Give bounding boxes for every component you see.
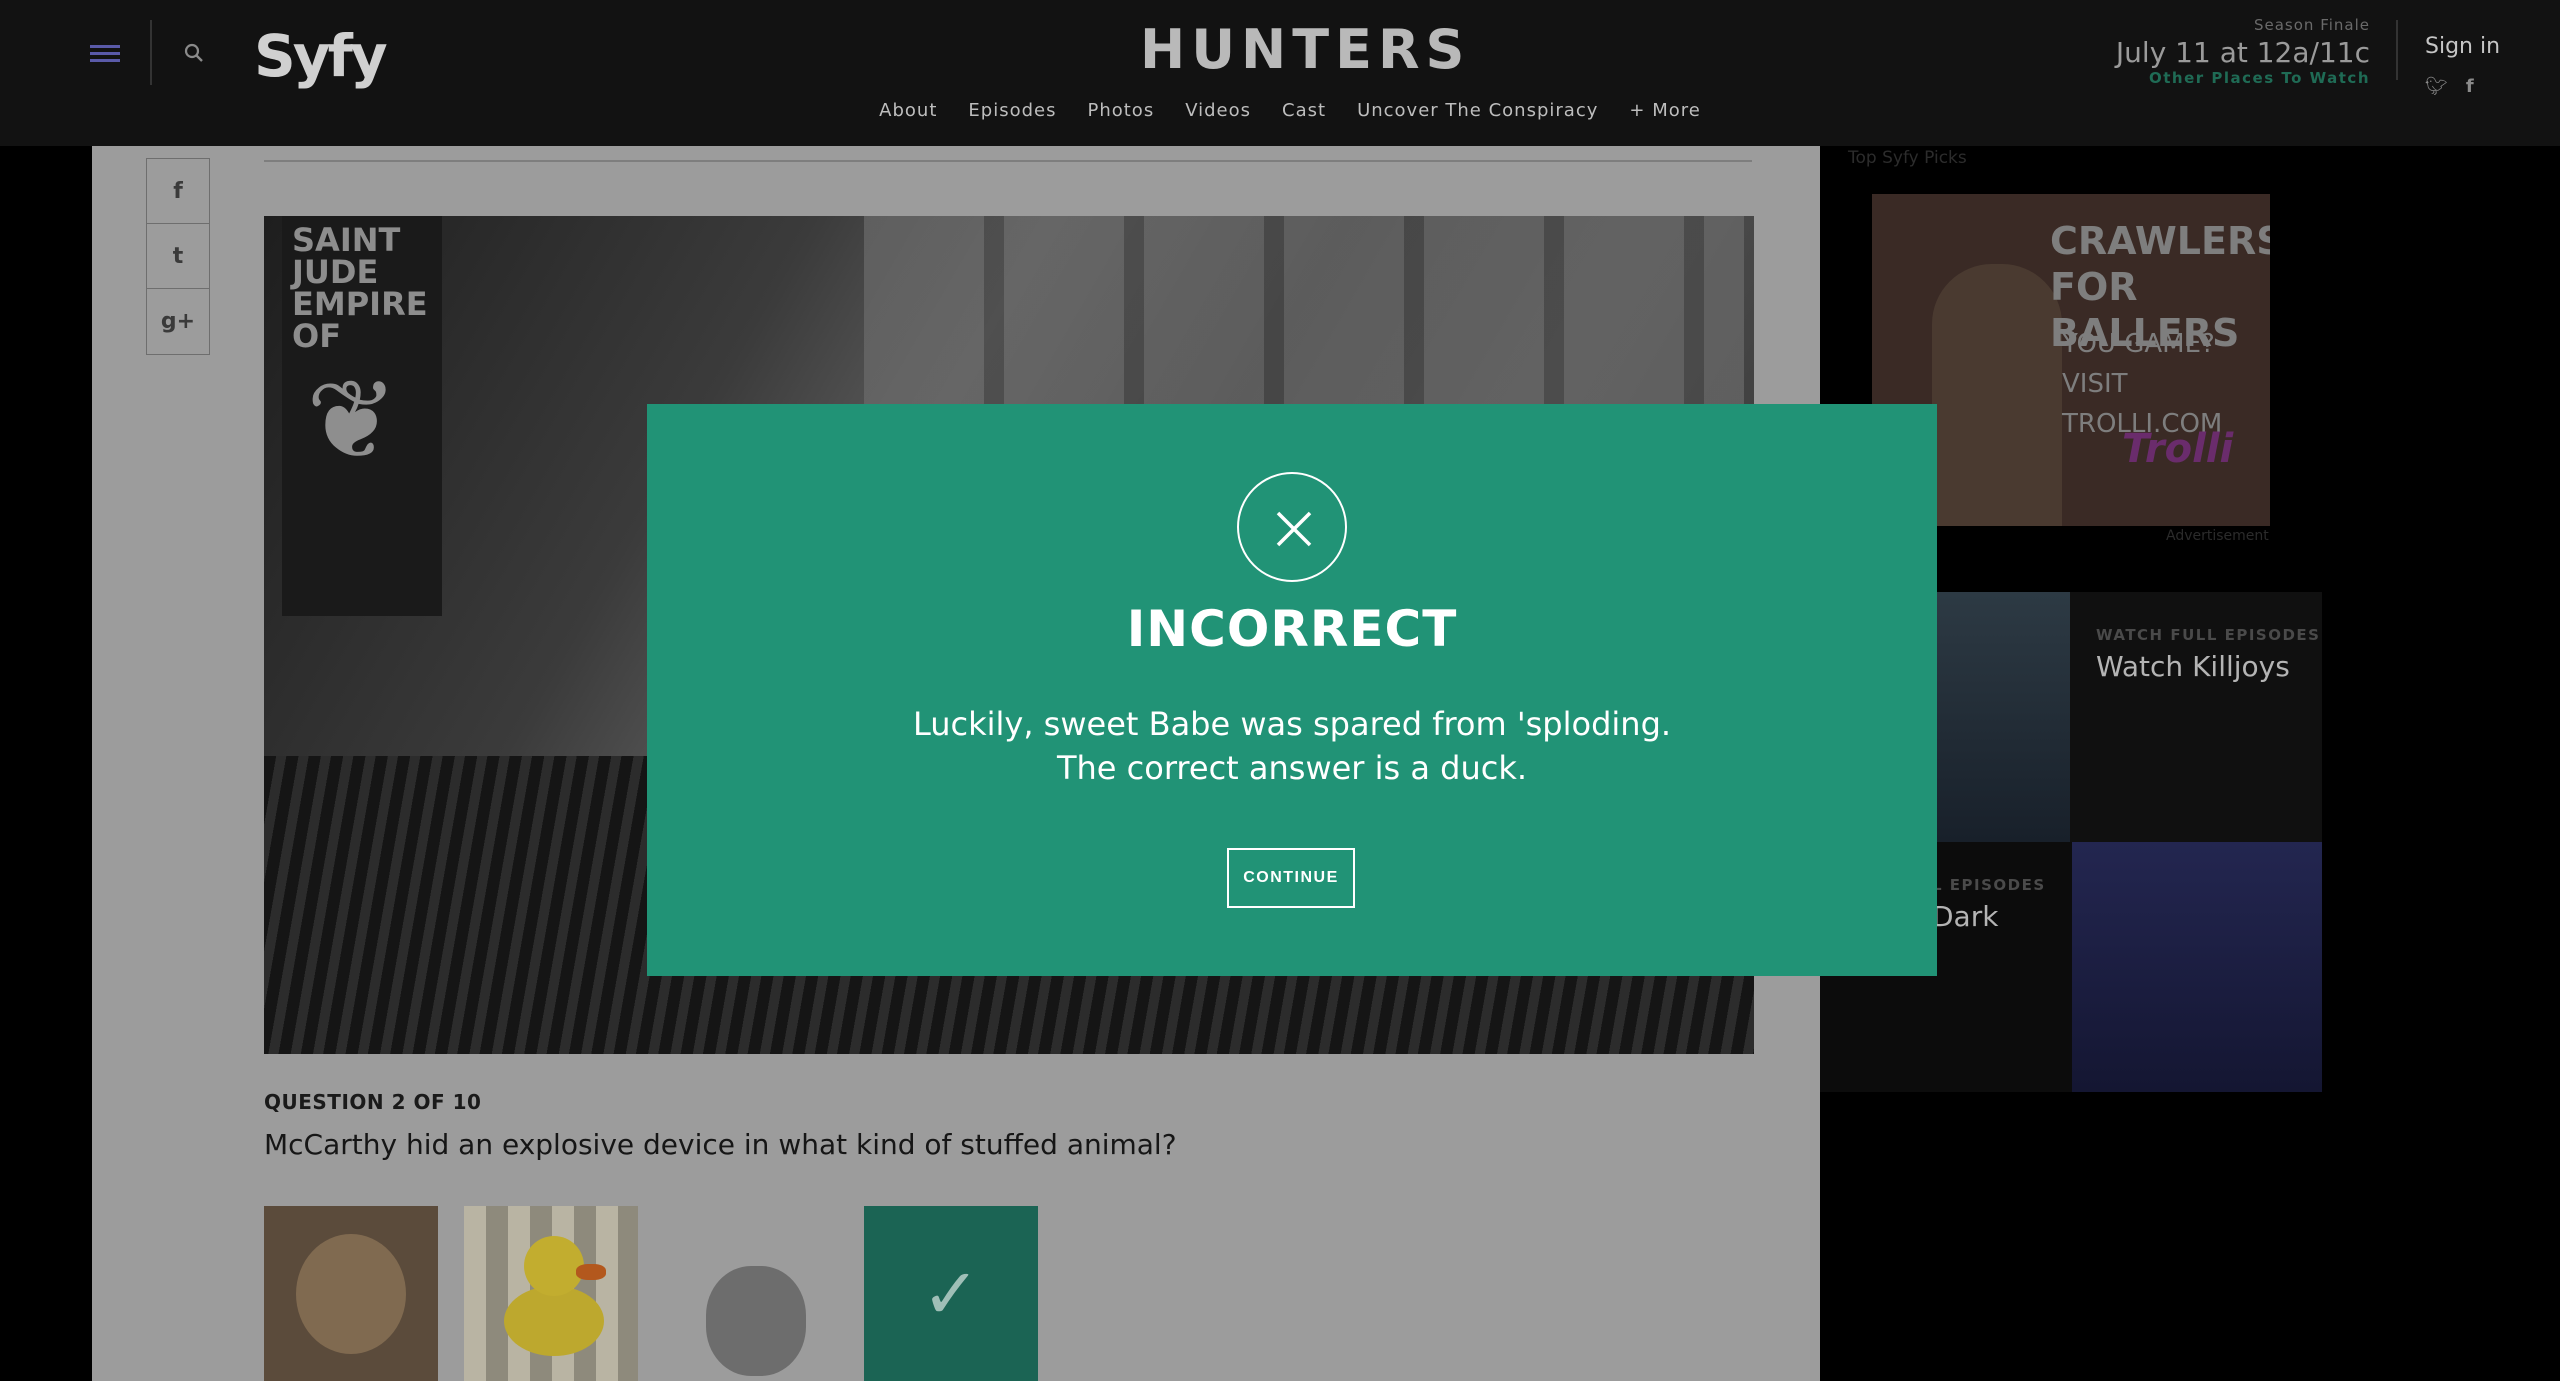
- answer-options: ✓: [264, 1206, 1038, 1381]
- nav-uncover-the-conspiracy[interactable]: Uncover The Conspiracy: [1357, 100, 1598, 121]
- card2-eyebrow: L EPISODES: [1932, 876, 2046, 894]
- result-modal: INCORRECT Luckily, sweet Babe was spared…: [647, 404, 1937, 976]
- twitter-share-icon[interactable]: t: [147, 224, 209, 289]
- card1-eyebrow: WATCH FULL EPISODES: [2096, 626, 2321, 644]
- share-bar: f t g+: [146, 158, 210, 355]
- show-title[interactable]: HUNTERS: [1140, 18, 1464, 81]
- moth-icon: ❦: [306, 356, 399, 484]
- sidebar-label: Top Syfy Picks: [1848, 148, 1967, 168]
- nav-cast[interactable]: Cast: [1282, 100, 1326, 121]
- facebook-share-icon[interactable]: f: [147, 159, 209, 224]
- result-title: INCORRECT: [1126, 600, 1458, 658]
- close-icon: [1237, 472, 1347, 582]
- sign-in-link[interactable]: Sign in: [2425, 34, 2500, 59]
- dark-matter-thumbnail: [2072, 842, 2322, 1092]
- answer-teddy-bear[interactable]: [264, 1206, 438, 1381]
- season-finale-info: Season Finale July 11 at 12a/11c Other P…: [2116, 16, 2370, 87]
- continue-button[interactable]: CONTINUE: [1227, 848, 1355, 908]
- ad-figure: [1932, 264, 2062, 526]
- x-icon: [1276, 511, 1312, 547]
- duck-beak: [576, 1264, 606, 1280]
- duck-head: [524, 1236, 584, 1296]
- search-icon[interactable]: [183, 42, 205, 64]
- syfy-logo[interactable]: Syfy: [254, 22, 388, 90]
- answer-rubber-duck[interactable]: [464, 1206, 638, 1381]
- result-message: Luckily, sweet Babe was spared from 'spl…: [912, 705, 1672, 787]
- nav-episodes[interactable]: Episodes: [968, 100, 1056, 121]
- ad-brand-logo: Trolli: [2122, 426, 2234, 472]
- bunny-image: [706, 1266, 806, 1376]
- show-nav: About Episodes Photos Videos Cast Uncove…: [879, 100, 1700, 121]
- duck-body: [504, 1286, 604, 1356]
- checkmark-icon: ✓: [921, 1252, 981, 1335]
- other-places-link[interactable]: Other Places To Watch: [2116, 69, 2370, 87]
- ad-caption: Advertisement: [2166, 528, 2269, 544]
- nav-videos[interactable]: Videos: [1185, 100, 1251, 121]
- answer-selected[interactable]: ✓: [864, 1206, 1038, 1381]
- teddy-bear-image: [296, 1234, 406, 1354]
- hero-poster: SAINT JUDE EMPIRE OF ❦: [282, 216, 442, 616]
- facebook-icon[interactable]: f: [2466, 76, 2474, 97]
- header-divider: [150, 20, 152, 85]
- season-label: Season Finale: [2253, 16, 2370, 34]
- header-divider-right: [2396, 20, 2398, 80]
- card1-title: Watch Killjoys: [2096, 650, 2290, 683]
- menu-icon[interactable]: [90, 45, 120, 62]
- google-plus-share-icon[interactable]: g+: [147, 289, 209, 354]
- twitter-icon[interactable]: 🐦︎: [2425, 76, 2448, 97]
- nav-photos[interactable]: Photos: [1087, 100, 1154, 121]
- header-social: 🐦︎ f: [2425, 76, 2474, 97]
- question-text: McCarthy hid an explosive device in what…: [264, 1128, 1177, 1161]
- content-divider: [264, 160, 1752, 162]
- site-header: Syfy HUNTERS About Episodes Photos Video…: [0, 0, 2560, 146]
- card2-title: Dark: [1932, 900, 1999, 933]
- question-counter: QUESTION 2 OF 10: [264, 1090, 482, 1114]
- answer-bunny[interactable]: [664, 1206, 838, 1381]
- nav-more[interactable]: + More: [1629, 100, 1700, 121]
- season-date: July 11 at 12a/11c: [2115, 36, 2370, 69]
- nav-about[interactable]: About: [879, 100, 937, 121]
- poster-text: SAINT JUDE EMPIRE OF: [292, 221, 428, 355]
